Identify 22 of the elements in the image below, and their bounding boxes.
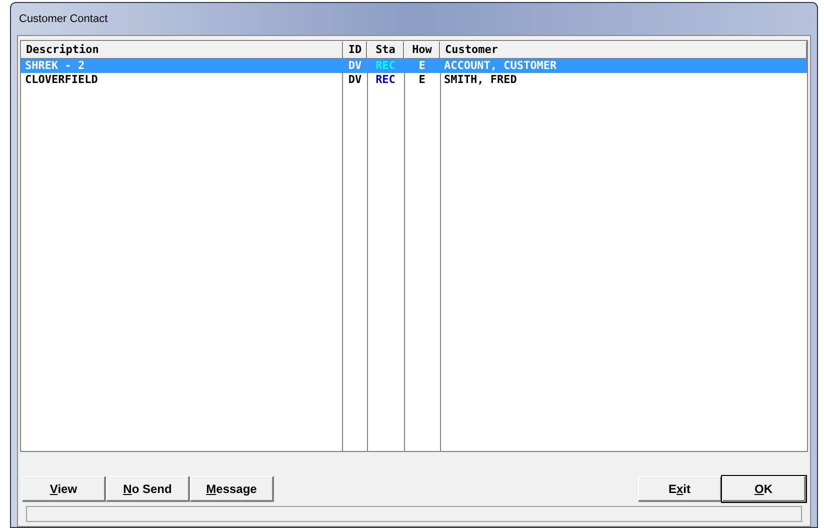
table-cell-text: SHREK - 2: [24, 59, 86, 73]
column-header[interactable]: Sta: [367, 41, 404, 58]
table-row[interactable]: CLOVERFIELD DV REC E SMITH, FRED: [21, 73, 807, 87]
window-title: Customer Contact: [19, 12, 108, 27]
dialog-button[interactable]: Exit: [638, 476, 722, 502]
table-cell-text: CLOVERFIELD: [24, 73, 99, 87]
column-header[interactable]: Description: [21, 41, 343, 58]
dialog-button[interactable]: Message: [190, 476, 274, 502]
table-cell-text: SMITH, FRED: [443, 73, 518, 87]
table-cell-text: DV: [347, 59, 363, 73]
status-text: REC: [376, 59, 396, 72]
dialog-button[interactable]: View: [22, 476, 106, 502]
status-text: REC: [376, 73, 396, 86]
table-cell-text: DV: [347, 73, 363, 87]
table-cell-text: E: [418, 59, 426, 73]
dialog-button[interactable]: OK: [722, 476, 806, 502]
dialog-button[interactable]: No Send: [106, 476, 190, 502]
column-header[interactable]: How: [404, 41, 440, 58]
column-header[interactable]: Customer: [440, 41, 807, 58]
column-header[interactable]: ID: [343, 41, 367, 58]
table-cell-text: ACCOUNT, CUSTOMER: [443, 59, 558, 73]
table-cell-text: E: [418, 73, 426, 87]
